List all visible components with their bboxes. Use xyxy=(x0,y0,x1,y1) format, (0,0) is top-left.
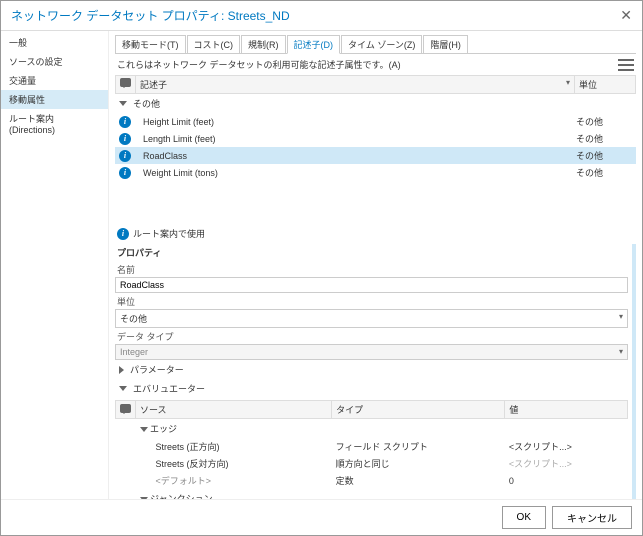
tabs: 移動モード(T) コスト(C) 規制(R) 記述子(D) タイム ゾーン(Z) … xyxy=(115,35,636,54)
info-icon: i xyxy=(117,228,129,240)
datatype-select: Integer▾ xyxy=(115,344,628,360)
chevron-down-icon xyxy=(119,101,127,106)
col-type[interactable]: タイプ xyxy=(332,401,505,419)
attr-row-height[interactable]: i Height Limit (feet) その他 xyxy=(115,113,636,130)
sidebar: 一般 ソースの設定 交通量 移動属性 ルート案内 (Directions) xyxy=(1,31,109,503)
datatype-label: データ タイプ xyxy=(115,328,628,344)
info-icon: i xyxy=(119,150,131,162)
sidebar-item-travel-attributes[interactable]: 移動属性 xyxy=(1,90,108,109)
column-unit[interactable]: 単位 xyxy=(575,76,635,93)
unit-label: 単位 xyxy=(115,293,628,309)
info-icon: i xyxy=(119,133,131,145)
chevron-down-icon: ▾ xyxy=(619,312,623,325)
description-text: これらはネットワーク データセットの利用可能な記述子属性です。(A) xyxy=(117,58,401,71)
eval-row[interactable]: <デフォルト>定数0 xyxy=(116,472,628,489)
info-icon: i xyxy=(119,167,131,179)
menu-icon[interactable] xyxy=(618,59,634,71)
name-input[interactable] xyxy=(115,277,628,293)
eval-row[interactable]: Streets (反対方向)順方向と同じ<スクリプト...> xyxy=(116,455,628,472)
sort-icon[interactable]: ▾ xyxy=(566,78,570,91)
group-other[interactable]: その他 xyxy=(115,94,636,113)
chat-icon xyxy=(120,78,131,87)
sidebar-item-source[interactable]: ソースの設定 xyxy=(1,52,108,71)
tab-hierarchy[interactable]: 階層(H) xyxy=(423,35,468,53)
evaluators-toggle[interactable]: エバリュエーター xyxy=(115,379,628,398)
cancel-button[interactable]: キャンセル xyxy=(552,506,632,529)
tab-timezone[interactable]: タイム ゾーン(Z) xyxy=(341,35,422,53)
dialog-title: ネットワーク データセット プロパティ: Streets_ND xyxy=(11,7,290,24)
attr-row-weight[interactable]: i Weight Limit (tons) その他 xyxy=(115,164,636,181)
tab-travel-modes[interactable]: 移動モード(T) xyxy=(115,35,186,53)
usage-label: i ルート案内で使用 xyxy=(115,221,636,242)
sidebar-item-general[interactable]: 一般 xyxy=(1,33,108,52)
sidebar-item-directions[interactable]: ルート案内 (Directions) xyxy=(1,109,108,138)
attributes-grid-header: 記述子▾ 単位 xyxy=(115,75,636,94)
parameters-toggle[interactable]: パラメーター xyxy=(115,360,628,379)
close-icon[interactable]: ✕ xyxy=(620,7,632,24)
unit-select[interactable]: その他▾ xyxy=(115,309,628,328)
tab-restrictions[interactable]: 規制(R) xyxy=(241,35,286,53)
chevron-down-icon: ▾ xyxy=(619,347,623,357)
info-icon: i xyxy=(119,116,131,128)
chat-icon xyxy=(120,404,131,413)
tab-costs[interactable]: コスト(C) xyxy=(187,35,241,53)
evaluators-table: ソース タイプ 値 エッジ Streets (正方向)フィールド スクリプト<ス… xyxy=(115,400,628,503)
col-source[interactable]: ソース xyxy=(136,401,332,419)
properties-title: プロパティ xyxy=(115,244,628,261)
attr-row-roadclass[interactable]: i RoadClass その他 xyxy=(115,147,636,164)
chevron-down-icon xyxy=(119,386,127,391)
content-area: 移動モード(T) コスト(C) 規制(R) 記述子(D) タイム ゾーン(Z) … xyxy=(109,31,642,503)
column-name[interactable]: 記述子▾ xyxy=(136,76,575,93)
attr-row-length[interactable]: i Length Limit (feet) その他 xyxy=(115,130,636,147)
chevron-down-icon[interactable] xyxy=(140,427,148,432)
col-value[interactable]: 値 xyxy=(505,401,628,419)
ok-button[interactable]: OK xyxy=(502,506,546,529)
tab-descriptors[interactable]: 記述子(D) xyxy=(287,35,341,54)
chevron-right-icon xyxy=(119,366,124,374)
name-label: 名前 xyxy=(115,261,628,277)
sidebar-item-traffic[interactable]: 交通量 xyxy=(1,71,108,90)
eval-row[interactable]: Streets (正方向)フィールド スクリプト<スクリプト...> xyxy=(116,438,628,455)
